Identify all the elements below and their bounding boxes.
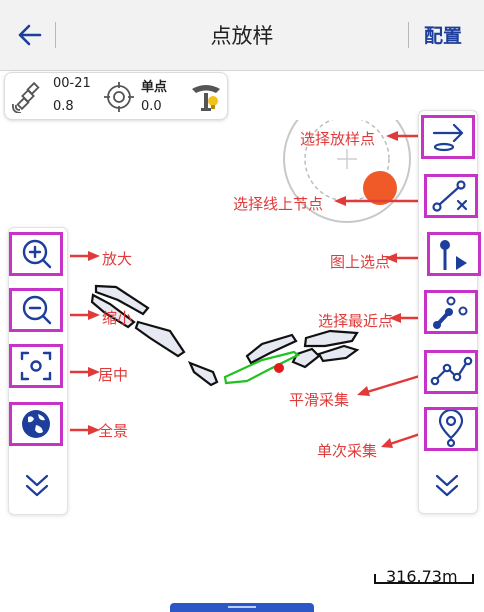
annotation-select-line-node: 选择线上节点 (233, 195, 324, 213)
right-expand-button[interactable] (423, 466, 471, 506)
annotation-select-on-map: 图上选点 (330, 253, 391, 271)
select-stake-point-icon (432, 123, 464, 152)
annotation-single-collect: 单次采集 (317, 442, 378, 460)
globe-icon (22, 410, 50, 438)
single-collect-button[interactable] (424, 407, 478, 451)
differential-age: 0.0 (141, 99, 162, 114)
single-collect-icon (438, 410, 464, 448)
chevron-double-down-icon (435, 474, 459, 497)
center-button[interactable] (9, 344, 63, 388)
full-view-button[interactable] (9, 402, 63, 446)
smooth-collect-icon (430, 356, 473, 386)
app-header: 点放样 配置 (0, 0, 484, 71)
select-line-node-button[interactable] (424, 174, 478, 218)
scale-label: 316.73m (386, 567, 458, 586)
annotation-arrowheads (88, 131, 401, 448)
gnss-receiver-icon (192, 85, 220, 111)
zoom-in-button[interactable] (9, 232, 63, 276)
chevron-double-down-icon (25, 474, 49, 497)
select-stake-point-button[interactable] (421, 115, 475, 159)
zoom-in-icon (22, 239, 52, 269)
select-on-map-button[interactable] (427, 232, 481, 276)
crosshair-icon (104, 82, 134, 112)
annotation-zoom-in: 放大 (102, 250, 133, 268)
status-card[interactable]: 00-21 0.8 单点 0.0 (4, 72, 228, 120)
bottom-navigation-handle[interactable] (170, 603, 314, 612)
pdop-value: 0.8 (53, 99, 74, 114)
header-divider (408, 22, 409, 48)
solution-status: 单点 (141, 80, 168, 95)
select-nearest-icon (433, 296, 468, 329)
zoom-out-icon (22, 295, 52, 325)
select-on-map-icon (440, 240, 467, 270)
smooth-collect-button[interactable] (424, 350, 478, 394)
left-expand-button[interactable] (13, 466, 61, 506)
select-line-node-icon (432, 180, 468, 212)
parcel-shapes (90, 284, 360, 387)
satellite-icon (12, 81, 40, 113)
annotation-full-view: 全景 (98, 422, 129, 440)
config-button[interactable]: 配置 (424, 21, 462, 48)
center-focus-icon (20, 351, 52, 381)
annotation-select-stake-point: 选择放样点 (300, 130, 376, 148)
annotation-center: 居中 (98, 366, 129, 384)
page-title: 点放样 (210, 24, 274, 48)
select-nearest-button[interactable] (424, 290, 478, 334)
annotation-select-nearest: 选择最近点 (318, 312, 394, 330)
zoom-out-button[interactable] (9, 288, 63, 332)
current-position-marker (274, 363, 284, 373)
map-canvas[interactable] (0, 120, 484, 600)
annotation-zoom-out: 缩小 (102, 309, 133, 327)
satellite-count: 00-21 (53, 76, 91, 91)
annotation-smooth-collect: 平滑采集 (289, 391, 350, 409)
